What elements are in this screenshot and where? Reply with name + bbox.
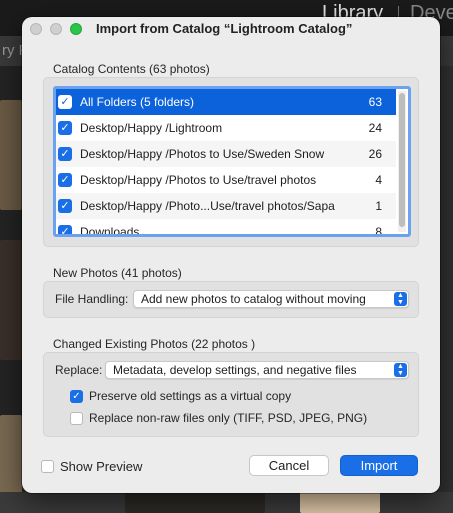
- photo-thumbnail[interactable]: [300, 492, 380, 513]
- show-preview-option[interactable]: Show Preview: [41, 459, 142, 474]
- folder-checkbox[interactable]: ✓: [58, 147, 72, 161]
- changed-photos-group: Replace: Metadata, develop settings, and…: [43, 352, 419, 437]
- dialog-title-bar: Import from Catalog “Lightroom Catalog”: [22, 17, 440, 42]
- replace-nonraw-checkbox[interactable]: [70, 411, 83, 425]
- folder-name: All Folders (5 folders): [80, 95, 195, 109]
- changed-photos-label: Changed Existing Photos (22 photos ): [53, 337, 256, 351]
- folder-photo-count: 8: [375, 225, 382, 237]
- photo-thumbnail[interactable]: [0, 415, 22, 495]
- file-handling-value: Add new photos to catalog without moving: [141, 292, 366, 306]
- preserve-virtual-copy-label: Preserve old settings as a virtual copy: [89, 389, 292, 403]
- folder-photo-count: 24: [368, 121, 382, 135]
- folder-photo-count: 1: [375, 199, 382, 213]
- zoom-window-button[interactable]: [70, 23, 82, 35]
- folder-list[interactable]: ✓ All Folders (5 folders) 63 ✓ Desktop/H…: [53, 86, 411, 237]
- grid-right-edge: [438, 66, 453, 513]
- catalog-contents-group: ✓ All Folders (5 folders) 63 ✓ Desktop/H…: [43, 77, 419, 247]
- folder-name: Desktop/Happy /Photos to Use/travel phot…: [80, 173, 317, 187]
- chevron-up-down-icon: ▲ ▼: [394, 363, 407, 377]
- photo-thumbnail[interactable]: [0, 100, 22, 210]
- folder-row[interactable]: ✓ Desktop/Happy /Photos to Use/travel ph…: [56, 167, 396, 193]
- preserve-virtual-copy-option[interactable]: ✓ Preserve old settings as a virtual cop…: [70, 389, 291, 403]
- show-preview-label: Show Preview: [60, 459, 143, 474]
- folder-row-all-folders[interactable]: ✓ All Folders (5 folders) 63: [56, 89, 396, 115]
- folder-checkbox[interactable]: ✓: [58, 199, 72, 213]
- close-window-button[interactable]: [30, 23, 42, 35]
- folder-row[interactable]: ✓ Downloads 8: [56, 219, 396, 237]
- new-photos-label: New Photos (41 photos): [53, 266, 182, 280]
- folder-row[interactable]: ✓ Desktop/Happy /Lightroom 24: [56, 115, 396, 141]
- folder-list-scrollbar[interactable]: [398, 91, 406, 232]
- import-button[interactable]: Import: [340, 455, 418, 476]
- replace-select[interactable]: Metadata, develop settings, and negative…: [105, 361, 409, 379]
- catalog-contents-label: Catalog Contents (63 photos): [53, 62, 210, 76]
- photo-thumbnail[interactable]: [0, 240, 22, 360]
- folder-checkbox[interactable]: ✓: [58, 95, 72, 109]
- scrollbar-thumb[interactable]: [399, 93, 405, 227]
- folder-name: Desktop/Happy /Photos to Use/Sweden Snow: [80, 147, 325, 161]
- show-preview-checkbox[interactable]: [41, 460, 54, 473]
- chevron-up-down-icon: ▲ ▼: [394, 292, 407, 306]
- replace-label: Replace:: [55, 363, 103, 377]
- replace-nonraw-label: Replace non-raw files only (TIFF, PSD, J…: [89, 411, 368, 425]
- folder-photo-count: 26: [368, 147, 382, 161]
- file-handling-select[interactable]: Add new photos to catalog without moving…: [133, 290, 409, 308]
- replace-nonraw-option[interactable]: Replace non-raw files only (TIFF, PSD, J…: [70, 411, 367, 425]
- minimize-window-button[interactable]: [50, 23, 62, 35]
- file-handling-label: File Handling:: [55, 292, 129, 306]
- new-photos-group: File Handling: Add new photos to catalog…: [43, 281, 419, 318]
- folder-name: Desktop/Happy /Lightroom: [80, 121, 223, 135]
- import-from-catalog-dialog: Import from Catalog “Lightroom Catalog” …: [22, 17, 440, 493]
- folder-name: Desktop/Happy /Photo...Use/travel photos…: [80, 199, 335, 213]
- folder-photo-count: 63: [368, 95, 382, 109]
- dialog-title: Import from Catalog “Lightroom Catalog”: [96, 21, 353, 36]
- folder-photo-count: 4: [375, 173, 382, 187]
- grid-bottom-strip: [0, 492, 453, 513]
- replace-value: Metadata, develop settings, and negative…: [113, 363, 357, 377]
- folder-checkbox[interactable]: ✓: [58, 173, 72, 187]
- preserve-virtual-copy-checkbox[interactable]: ✓: [70, 389, 83, 403]
- folder-row[interactable]: ✓ Desktop/Happy /Photo...Use/travel phot…: [56, 193, 396, 219]
- folder-checkbox[interactable]: ✓: [58, 225, 72, 234]
- folder-name: Downloads: [80, 225, 140, 237]
- photo-thumbnail[interactable]: [125, 492, 265, 513]
- cancel-button[interactable]: Cancel: [249, 455, 329, 476]
- folder-checkbox[interactable]: ✓: [58, 121, 72, 135]
- folder-row[interactable]: ✓ Desktop/Happy /Photos to Use/Sweden Sn…: [56, 141, 396, 167]
